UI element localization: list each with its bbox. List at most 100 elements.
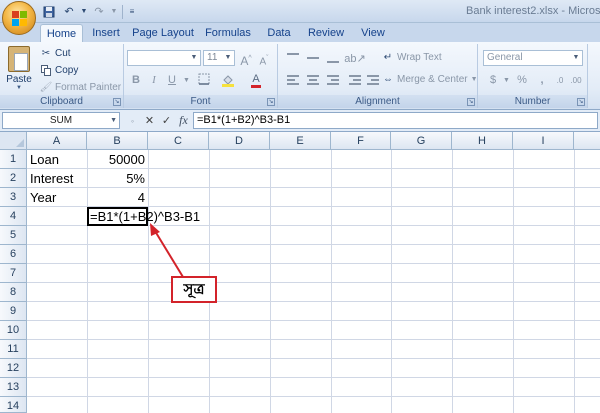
font-color-icon[interactable]: A	[248, 72, 264, 88]
cut-button[interactable]: ✂ Cut	[40, 46, 71, 61]
tab-insert[interactable]: Insert	[86, 24, 126, 42]
tab-data[interactable]: Data	[261, 24, 297, 42]
grow-font-icon[interactable]: A^	[238, 50, 254, 68]
column-header-a[interactable]: A	[27, 132, 87, 150]
row-header-5[interactable]: 5	[0, 226, 27, 245]
row-header-1[interactable]: 1	[0, 150, 27, 169]
align-center-icon[interactable]	[304, 72, 322, 88]
row-header-9[interactable]: 9	[0, 302, 27, 321]
tab-formulas[interactable]: Formulas	[202, 24, 254, 42]
redo-icon[interactable]: ↷	[90, 4, 108, 20]
cell-b1[interactable]: 50000	[87, 150, 148, 169]
merge-center-label: Merge & Center	[397, 74, 468, 85]
orientation-icon[interactable]: ab↗	[344, 50, 365, 66]
row-header-11[interactable]: 11	[0, 340, 27, 359]
align-left-icon[interactable]	[284, 72, 302, 88]
column-header-b[interactable]: B	[87, 132, 148, 150]
number-format-combo[interactable]: General ▼	[483, 50, 583, 66]
row-header-2[interactable]: 2	[0, 169, 27, 188]
tab-page-layout[interactable]: Page Layout	[131, 24, 195, 42]
row-header-12[interactable]: 12	[0, 359, 27, 378]
increase-indent-icon[interactable]	[364, 72, 382, 88]
tab-review[interactable]: Review	[303, 24, 349, 42]
column-header-g[interactable]: G	[391, 132, 452, 150]
font-name-combo[interactable]: ▼	[127, 50, 201, 66]
select-all-button[interactable]	[0, 132, 27, 150]
formula-bar-handle-icon[interactable]: ◦	[126, 116, 139, 126]
redo-dropdown-icon[interactable]: ▼	[110, 4, 118, 20]
undo-icon[interactable]: ↶	[60, 4, 78, 20]
tab-home[interactable]: Home	[40, 24, 83, 42]
wrap-text-button[interactable]: ↵ Wrap Text	[382, 50, 442, 65]
font-dialog-launcher-icon[interactable]: ↘	[267, 98, 275, 106]
row-header-7[interactable]: 7	[0, 264, 27, 283]
paste-label: Paste	[6, 74, 32, 85]
cell-a1[interactable]: Loan	[27, 150, 87, 169]
italic-icon[interactable]: I	[146, 72, 162, 88]
shrink-font-icon[interactable]: Aˇ	[256, 50, 272, 67]
alignment-dialog-launcher-icon[interactable]: ↘	[467, 98, 475, 106]
column-header-partial[interactable]	[574, 132, 600, 150]
number-group: General ▼ $ ▼ % , .0 .00 Number ↘	[478, 44, 588, 108]
tab-view[interactable]: View	[356, 24, 390, 42]
column-header-e[interactable]: E	[270, 132, 331, 150]
window-title: Bank interest2.xlsx - Microsoft Ex	[466, 5, 600, 17]
insert-function-button[interactable]: fx	[177, 113, 190, 128]
increase-decimal-icon[interactable]: .0	[552, 72, 568, 88]
scissors-icon: ✂	[41, 48, 51, 59]
row-header-3[interactable]: 3	[0, 188, 27, 207]
currency-format-icon[interactable]: $	[484, 72, 502, 88]
column-header-i[interactable]: I	[513, 132, 574, 150]
row-header-13[interactable]: 13	[0, 378, 27, 397]
decrease-indent-icon[interactable]	[346, 72, 364, 88]
cell-b4-editing[interactable]: =B1*(1+B2)^B3-B1	[87, 207, 200, 226]
comma-style-button[interactable]: ,	[534, 72, 550, 88]
undo-dropdown-icon[interactable]: ▼	[80, 4, 88, 20]
fill-color-icon[interactable]	[220, 72, 236, 88]
cell-a2[interactable]: Interest	[27, 169, 87, 188]
cell-b3[interactable]: 4	[87, 188, 148, 207]
decrease-decimal-icon[interactable]: .00	[568, 72, 584, 88]
customize-qat-icon[interactable]: ≡	[127, 4, 137, 20]
percent-style-button[interactable]: %	[514, 72, 530, 88]
row-header-14[interactable]: 14	[0, 397, 27, 413]
merge-center-button[interactable]: ⇔ Merge & Center ▼	[382, 72, 478, 87]
gridline	[27, 301, 600, 302]
paste-button[interactable]: Paste ▼	[4, 46, 34, 91]
name-box[interactable]: SUM ▼	[2, 112, 120, 129]
format-painter-button[interactable]: 🖌 Format Painter	[40, 80, 121, 95]
chevron-down-icon: ▼	[224, 54, 232, 61]
borders-icon[interactable]	[196, 72, 212, 88]
number-dialog-launcher-icon[interactable]: ↘	[577, 98, 585, 106]
row-header-10[interactable]: 10	[0, 321, 27, 340]
quick-access-toolbar: ↶ ▼ ↷ ▼ ≡	[40, 3, 137, 20]
enter-entry-button[interactable]: ✓	[160, 114, 173, 127]
column-header-h[interactable]: H	[452, 132, 513, 150]
office-button[interactable]	[2, 1, 36, 35]
font-size-combo[interactable]: 11 ▼	[203, 50, 235, 66]
align-middle-icon[interactable]	[304, 50, 322, 66]
clipboard-dialog-launcher-icon[interactable]: ↘	[113, 98, 121, 106]
formula-input[interactable]: =B1*(1+B2)^B3-B1	[193, 112, 598, 129]
column-header-c[interactable]: C	[148, 132, 209, 150]
column-header-d[interactable]: D	[209, 132, 270, 150]
align-right-icon[interactable]	[324, 72, 342, 88]
copy-button[interactable]: Copy	[40, 63, 78, 78]
cell-a3[interactable]: Year	[27, 188, 87, 207]
currency-dropdown-icon[interactable]: ▼	[502, 72, 510, 88]
row-header-6[interactable]: 6	[0, 245, 27, 264]
cancel-entry-button[interactable]: ✕	[143, 114, 156, 127]
bold-icon[interactable]: B	[128, 72, 144, 88]
underline-dropdown-icon[interactable]: ▼	[182, 72, 190, 88]
align-bottom-icon[interactable]	[324, 50, 342, 66]
alignment-group: ab↗ ↵ Wrap Text ⇔ Merge & Center ▼ Align…	[278, 44, 478, 108]
row-header-4[interactable]: 4	[0, 207, 27, 226]
save-icon[interactable]	[40, 4, 58, 20]
column-header-f[interactable]: F	[331, 132, 391, 150]
cell-b2[interactable]: 5%	[87, 169, 148, 188]
row-header-8[interactable]: 8	[0, 283, 27, 302]
cut-label: Cut	[55, 48, 71, 59]
align-top-icon[interactable]	[284, 50, 302, 66]
underline-icon[interactable]: U	[164, 72, 180, 88]
title-bar: ↶ ▼ ↷ ▼ ≡ Bank interest2.xlsx - Microsof…	[0, 0, 600, 23]
